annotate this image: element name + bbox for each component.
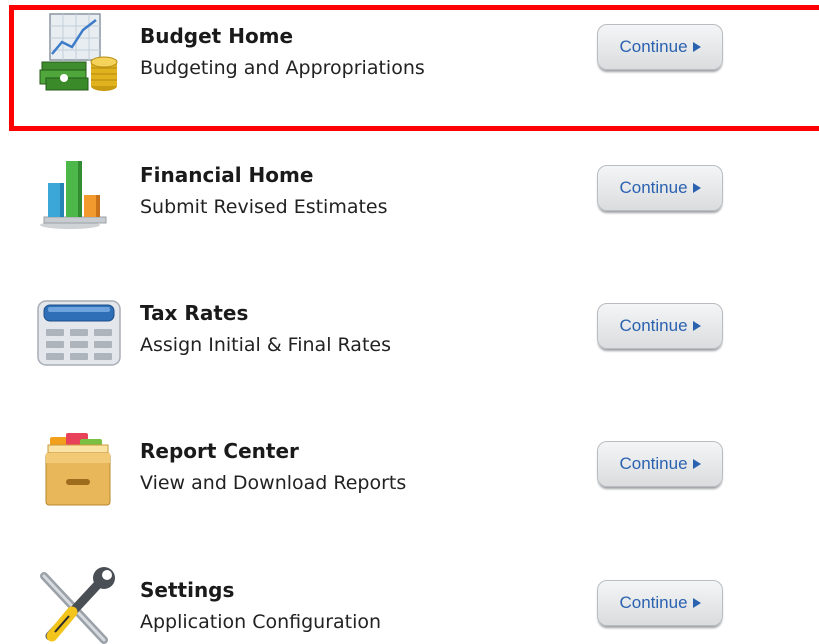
item-title: Tax Rates [140, 301, 249, 325]
continue-label: Continue [619, 316, 688, 335]
calculator-icon [36, 289, 124, 369]
item-title: Report Center [140, 439, 299, 463]
play-arrow-icon [692, 598, 701, 608]
budget-chart-money-icon [36, 12, 124, 92]
continue-label: Continue [619, 593, 688, 612]
tools-icon [36, 566, 124, 644]
item-subtitle: Assign Initial & Final Rates [140, 334, 391, 356]
item-subtitle: Application Configuration [140, 611, 382, 633]
menu-item-tax-rates: Tax Rates Assign Initial & Final Rates C… [0, 277, 819, 387]
item-subtitle: Submit Revised Estimates [140, 196, 388, 218]
report-center-continue-button[interactable]: Continue [597, 441, 723, 487]
play-arrow-icon [692, 459, 701, 469]
settings-continue-button[interactable]: Continue [597, 580, 723, 626]
menu-item-settings: Settings Application Configuration Conti… [0, 554, 819, 644]
play-arrow-icon [692, 321, 701, 331]
item-subtitle: View and Download Reports [140, 472, 407, 494]
file-tray-icon [36, 427, 124, 507]
continue-label: Continue [619, 37, 688, 56]
continue-label: Continue [619, 454, 688, 473]
menu-item-report-center: Report Center View and Download Reports … [0, 415, 819, 525]
play-arrow-icon [692, 42, 701, 52]
financial-home-continue-button[interactable]: Continue [597, 165, 723, 211]
continue-label: Continue [619, 178, 688, 197]
item-subtitle: Budgeting and Appropriations [140, 57, 425, 79]
play-arrow-icon [692, 183, 701, 193]
item-title: Budget Home [140, 24, 294, 48]
menu-item-budget-home: Budget Home Budgeting and Appropriations… [0, 0, 819, 110]
tax-rates-continue-button[interactable]: Continue [597, 303, 723, 349]
budget-home-continue-button[interactable]: Continue [597, 24, 723, 70]
bar-chart-icon [36, 151, 124, 231]
menu-page: Budget Home Budgeting and Appropriations… [0, 0, 819, 644]
menu-item-financial-home: Financial Home Submit Revised Estimates … [0, 139, 819, 249]
item-title: Financial Home [140, 163, 314, 187]
item-title: Settings [140, 578, 235, 602]
